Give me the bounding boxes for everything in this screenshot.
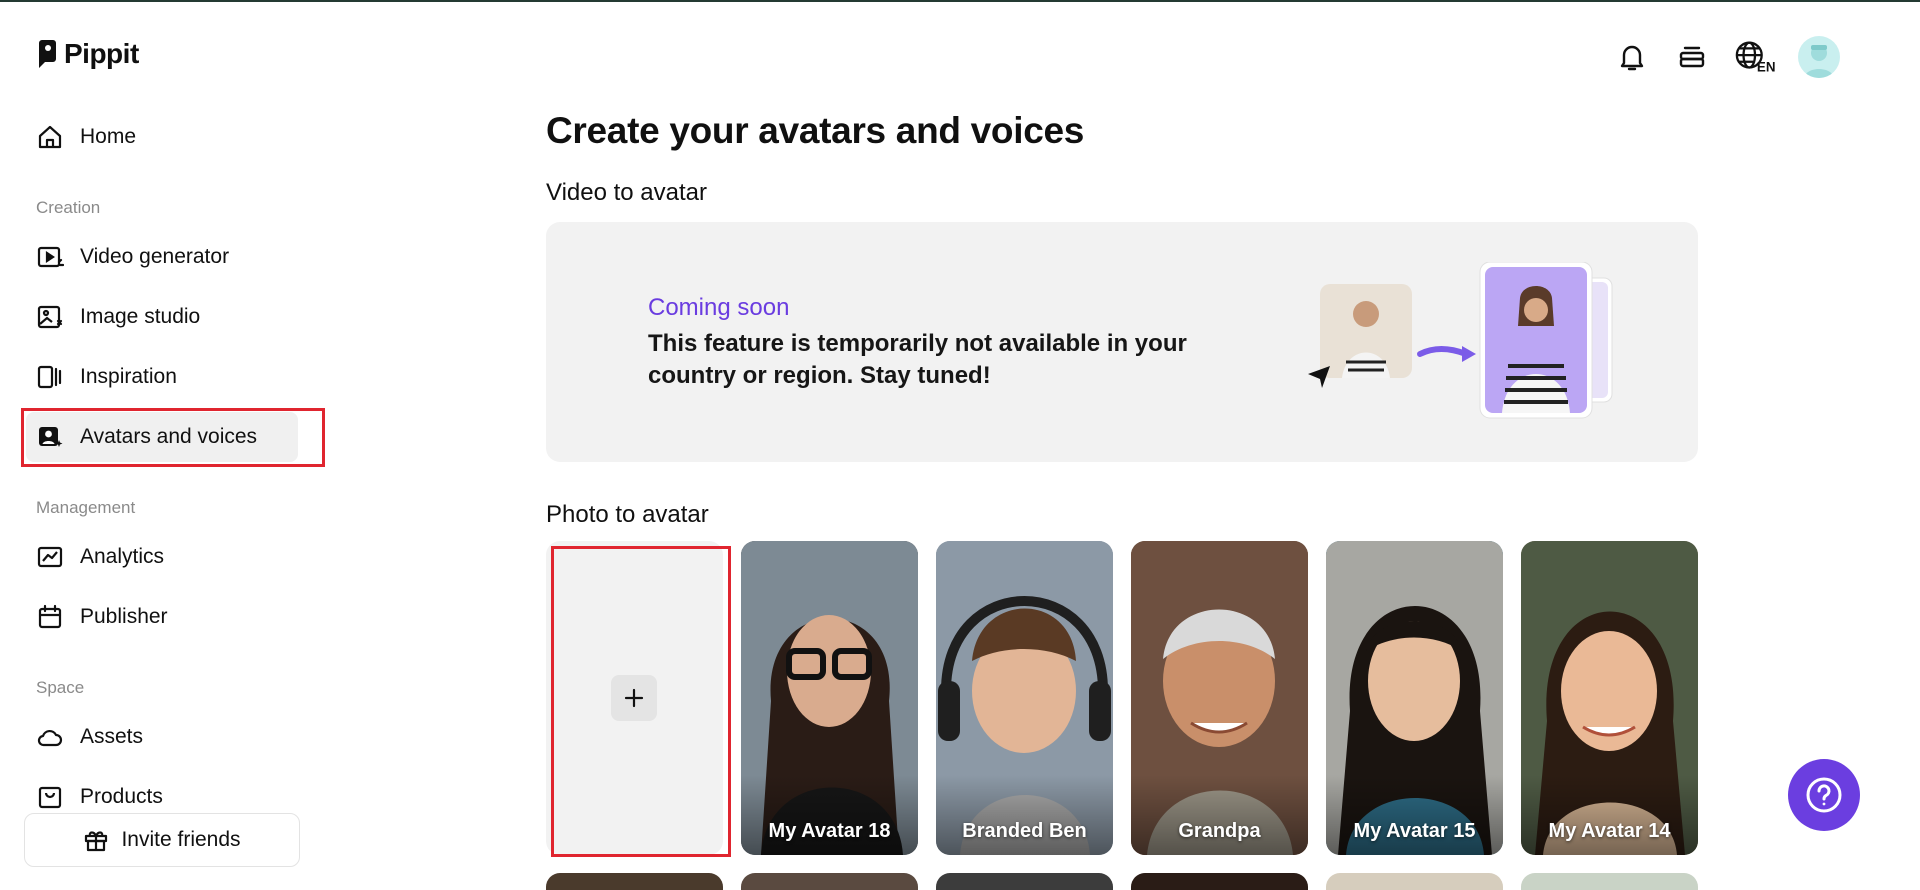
avatar-card-my-avatar-14[interactable]: My Avatar 14 [1521, 541, 1698, 855]
help-button[interactable] [1788, 759, 1860, 831]
sidebar-item-assets[interactable]: Assets [36, 715, 143, 759]
sidebar-item-label: Products [80, 785, 163, 808]
sidebar-item-image-studio[interactable]: Image studio [36, 295, 200, 339]
sidebar-item-label: Home [80, 125, 137, 148]
card-gradient [936, 775, 1113, 855]
pippit-logo[interactable]: Pippit [36, 38, 139, 70]
sidebar: Pippit Home Creation Video generator Ima… [0, 0, 340, 890]
sidebar-item-home[interactable]: Home [36, 115, 136, 159]
sidebar-item-label: Video generator [80, 245, 230, 268]
avatar-name: My Avatar 18 [768, 820, 891, 842]
cloud-icon [37, 729, 63, 747]
sidebar-item-label: Publisher [80, 605, 168, 628]
coming-soon-label: Coming soon [648, 294, 790, 321]
video-to-avatar-heading: Video to avatar [546, 179, 708, 206]
video-to-avatar-banner: Coming soon This feature is temporarily … [546, 222, 1698, 462]
avatar-card-partial[interactable] [1326, 873, 1503, 890]
pippit-logo-icon [39, 40, 56, 68]
sidebar-item-label: Analytics [80, 545, 165, 568]
avatar-name: Branded Ben [962, 820, 1087, 842]
avatar-name: Grandpa [1178, 820, 1261, 842]
avatar-card-my-avatar-15[interactable]: My Avatar 15 [1326, 541, 1503, 855]
sidebar-item-inspiration[interactable]: Inspiration [36, 355, 177, 399]
globe-language-icon: EN [1735, 41, 1776, 74]
card-gradient [1131, 775, 1308, 855]
language-code: EN [1757, 59, 1776, 74]
header-actions: EN [1614, 36, 1840, 78]
avatar-card-partial[interactable] [546, 873, 723, 890]
avatar-name: My Avatar 14 [1548, 820, 1671, 842]
layers-icon [1679, 46, 1705, 68]
user-avatar[interactable] [1798, 36, 1840, 78]
avatar-card-partial[interactable] [1521, 873, 1698, 890]
home-icon [38, 125, 62, 149]
highlight-box-upload-tile [551, 546, 731, 857]
analytics-icon [37, 546, 63, 568]
video-generator-icon [37, 246, 64, 268]
highlight-box-avatars-voices [21, 408, 325, 467]
logo-text: Pippit [64, 38, 139, 69]
avatar-card-partial[interactable] [936, 873, 1113, 890]
sidebar-item-publisher[interactable]: Publisher [36, 595, 168, 639]
page-title: Create your avatars and voices [546, 110, 1085, 151]
card-gradient [1326, 775, 1503, 855]
layers-button[interactable] [1674, 39, 1710, 75]
notifications-button[interactable] [1614, 39, 1650, 75]
sidebar-item-label: Inspiration [80, 365, 177, 388]
section-label-space: Space [36, 678, 85, 697]
avatar-card-grandpa[interactable]: Grandpa [1131, 541, 1308, 855]
invite-friends-label: Invite friends [121, 828, 241, 851]
avatar-card-branded-ben[interactable]: Branded Ben [936, 541, 1113, 855]
gift-icon [85, 831, 108, 852]
sidebar-item-analytics[interactable]: Analytics [36, 535, 164, 579]
sidebar-item-label: Image studio [80, 305, 201, 328]
language-button[interactable]: EN [1734, 39, 1776, 75]
sidebar-item-label: Assets [80, 725, 144, 748]
products-icon [38, 786, 62, 809]
sidebar-item-video-generator[interactable]: Video generator [36, 235, 229, 279]
user-avatar-icon [1804, 45, 1834, 78]
section-label-creation: Creation [36, 198, 101, 217]
bell-icon [1620, 45, 1644, 71]
avatar-name: My Avatar 15 [1353, 820, 1476, 842]
inspiration-icon [37, 365, 62, 389]
photo-to-avatar-heading: Photo to avatar [546, 501, 709, 528]
section-label-management: Management [36, 498, 136, 517]
card-gradient [741, 775, 918, 855]
card-gradient [1521, 775, 1698, 855]
avatar-card-partial[interactable] [1131, 873, 1308, 890]
image-studio-icon [37, 305, 63, 329]
unavailable-message: This feature is temporarily not availabl… [648, 330, 1187, 389]
avatar-card-my-avatar-18[interactable]: My Avatar 18 [741, 541, 918, 855]
avatar-card-partial[interactable] [741, 873, 918, 890]
video-to-avatar-illustration [1308, 262, 1613, 419]
question-mark-icon [1806, 777, 1842, 813]
invite-friends-button[interactable]: Invite friends [24, 813, 300, 867]
calendar-icon [38, 604, 62, 629]
